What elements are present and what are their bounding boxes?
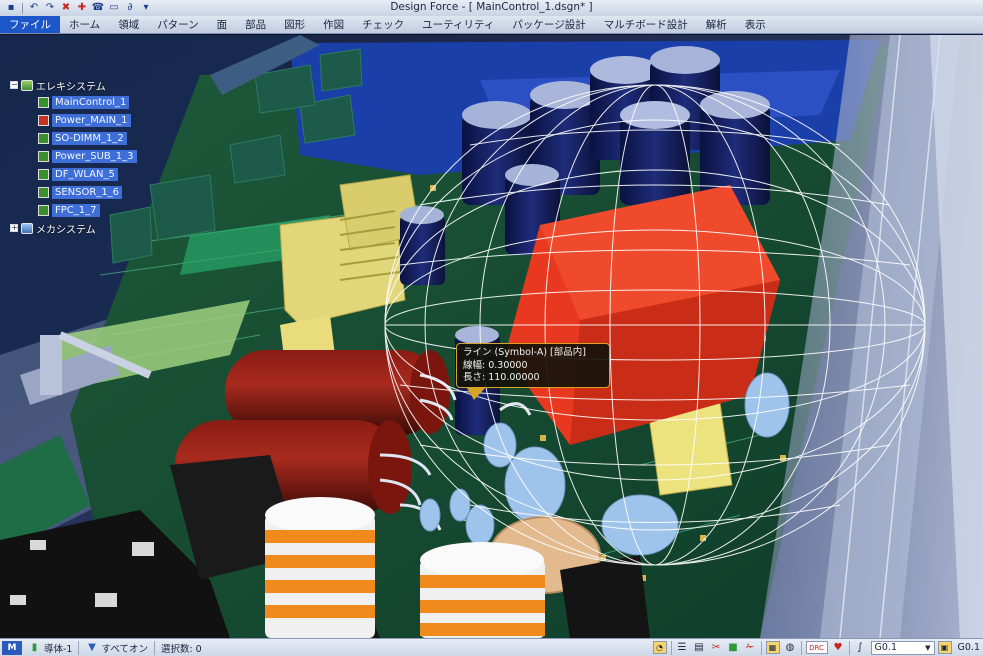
tab-component[interactable]: 部品: [236, 16, 275, 33]
board-icon: [38, 132, 49, 144]
phone-icon[interactable]: ☎: [91, 2, 105, 15]
board-icon: [38, 204, 49, 216]
snap-icon[interactable]: ∫: [854, 642, 867, 654]
tooltip-line-width: 線幅: 0.30000: [463, 359, 528, 371]
status-divider: [800, 640, 802, 655]
elec-system-icon: [21, 79, 33, 91]
grid-value-right-label: G0.1: [957, 642, 980, 653]
conductor-layer[interactable]: ▮ 導体-1: [22, 639, 78, 656]
display-icon[interactable]: ▭: [107, 2, 121, 15]
tab-pattern[interactable]: パターン: [148, 16, 207, 33]
tree-item[interactable]: Power_MAIN_1: [38, 113, 131, 127]
board-icon: [38, 96, 49, 108]
selection-count: 選択数: 0: [155, 639, 208, 656]
grid-toggle[interactable]: ▣: [935, 639, 955, 656]
tab-package-design[interactable]: パッケージ設計: [503, 16, 594, 33]
filter-label: すべてオン: [101, 643, 148, 655]
3d-viewport[interactable]: − エレキシステム MainControl_1 Power_MAIN_1 SO-…: [0, 35, 983, 638]
chevron-down-icon: ▼: [925, 643, 931, 652]
mode-button[interactable]: M: [2, 640, 22, 655]
tab-view[interactable]: 表示: [736, 16, 775, 33]
grid-select[interactable]: G0.1 ▼: [870, 640, 935, 655]
grid-select-value: G0.1: [874, 642, 897, 653]
layers-icon[interactable]: ▤: [693, 642, 706, 654]
hover-tooltip: ライン (Symbol-A) [部品内] 線幅: 0.30000 長さ: 110…: [456, 343, 610, 400]
wifi-icon[interactable]: ◔: [652, 641, 667, 654]
toolbar-separator: [22, 2, 23, 14]
status-bar: M ▮ 導体-1 ▼ すべてオン 選択数: 0 ◔ ☰ ▤ ✂ ■ ✁ ▦ ◍ …: [0, 638, 983, 656]
redo-icon[interactable]: ↷: [43, 2, 57, 15]
tree-item-label: SENSOR_1_6: [52, 185, 123, 199]
delete-icon[interactable]: ✖: [59, 2, 73, 15]
scissors-icon[interactable]: ✂: [710, 642, 723, 654]
board-icon: [38, 114, 49, 126]
expand-icon[interactable]: +: [10, 224, 18, 232]
drc-button[interactable]: DRC: [805, 641, 828, 654]
tooltip-line-type: ライン (Symbol-A) [部品内]: [463, 347, 586, 358]
pcb-3d-scene: [0, 35, 983, 638]
board-icon: [38, 168, 49, 180]
tab-home[interactable]: ホーム: [60, 16, 109, 33]
cut-icon[interactable]: ✁: [744, 642, 757, 654]
quick-access-toolbar: ▪ ↶ ↷ ✖ ✚ ☎ ▭ ∂ ▾: [0, 0, 153, 16]
grid-icon: ▣: [937, 641, 952, 654]
layer-icon: ▮: [31, 641, 38, 653]
title-bar: ▪ ↶ ↷ ✖ ✚ ☎ ▭ ∂ ▾ Design Force - [ MainC…: [0, 0, 983, 16]
tree-item-label: SO-DIMM_1_2: [52, 131, 127, 145]
save-icon[interactable]: ▪: [4, 2, 18, 15]
tab-multiboard-design[interactable]: マルチボード設計: [595, 16, 697, 33]
tree-item[interactable]: MainControl_1: [38, 95, 130, 109]
filter-setting[interactable]: ▼ すべてオン: [79, 639, 153, 656]
tree-root-label: エレキシステム: [36, 81, 106, 93]
conductor-label: 導体-1: [44, 643, 73, 655]
tree-item[interactable]: FPC_1_7: [38, 203, 100, 217]
tree-root-label: メカシステム: [36, 224, 96, 236]
tree-item[interactable]: Power_SUB_1_3: [38, 149, 137, 163]
status-divider: [848, 640, 850, 655]
tab-shape[interactable]: 図形: [275, 16, 314, 33]
tree-item[interactable]: SENSOR_1_6: [38, 185, 123, 199]
tab-area[interactable]: 領域: [109, 16, 148, 33]
tree-root-mech-system[interactable]: + メカシステム: [10, 221, 96, 236]
tooltip-line-length: 長さ: 110.00000: [463, 372, 540, 383]
undo-icon[interactable]: ↶: [27, 2, 41, 15]
route-icon[interactable]: ∂: [123, 2, 137, 15]
tree-item-label: DF_WLAN_5: [52, 167, 118, 181]
tab-check[interactable]: チェック: [353, 16, 413, 33]
tree-item[interactable]: DF_WLAN_5: [38, 167, 118, 181]
collapse-icon[interactable]: −: [10, 81, 18, 89]
tab-analysis[interactable]: 解析: [697, 16, 736, 33]
tree-root-elec-system[interactable]: − エレキシステム: [10, 78, 106, 93]
mech-system-icon: [21, 222, 33, 234]
tab-utility[interactable]: ユーティリティ: [413, 16, 503, 33]
status-toolbar: ◔ ☰ ▤ ✂ ■ ✁ ▦ ◍ DRC ♥ ∫: [649, 639, 871, 656]
list-icon[interactable]: ☰: [676, 642, 689, 654]
status-divider: [670, 640, 672, 655]
tool-icon[interactable]: ✚: [75, 2, 89, 15]
cylinder-icon[interactable]: ◍: [784, 642, 797, 654]
selection-count-label: 選択数: 0: [160, 643, 202, 655]
tree-item-label: Power_MAIN_1: [52, 113, 131, 127]
board-icon: [38, 150, 49, 162]
tree-item[interactable]: SO-DIMM_1_2: [38, 131, 127, 145]
board-view-icon[interactable]: ▦: [765, 641, 780, 654]
tree-item-label: FPC_1_7: [52, 203, 100, 217]
status-divider: [760, 640, 762, 655]
grid-value-right: G0.1: [955, 639, 983, 656]
tab-file[interactable]: ファイル: [0, 16, 60, 33]
tree-item-label: MainControl_1: [52, 95, 130, 109]
filter-icon: ▼: [88, 641, 96, 653]
tree-item-label: Power_SUB_1_3: [52, 149, 137, 163]
check-icon[interactable]: ♥: [832, 642, 845, 654]
tab-surface[interactable]: 面: [208, 16, 237, 33]
customize-icon[interactable]: ▾: [139, 2, 153, 15]
tab-draw[interactable]: 作図: [314, 16, 353, 33]
shapes-icon[interactable]: ■: [727, 642, 740, 654]
board-icon: [38, 186, 49, 198]
ribbon-tab-bar: ファイル ホーム 領域 パターン 面 部品 図形 作図 チェック ユーティリティ…: [0, 16, 983, 34]
